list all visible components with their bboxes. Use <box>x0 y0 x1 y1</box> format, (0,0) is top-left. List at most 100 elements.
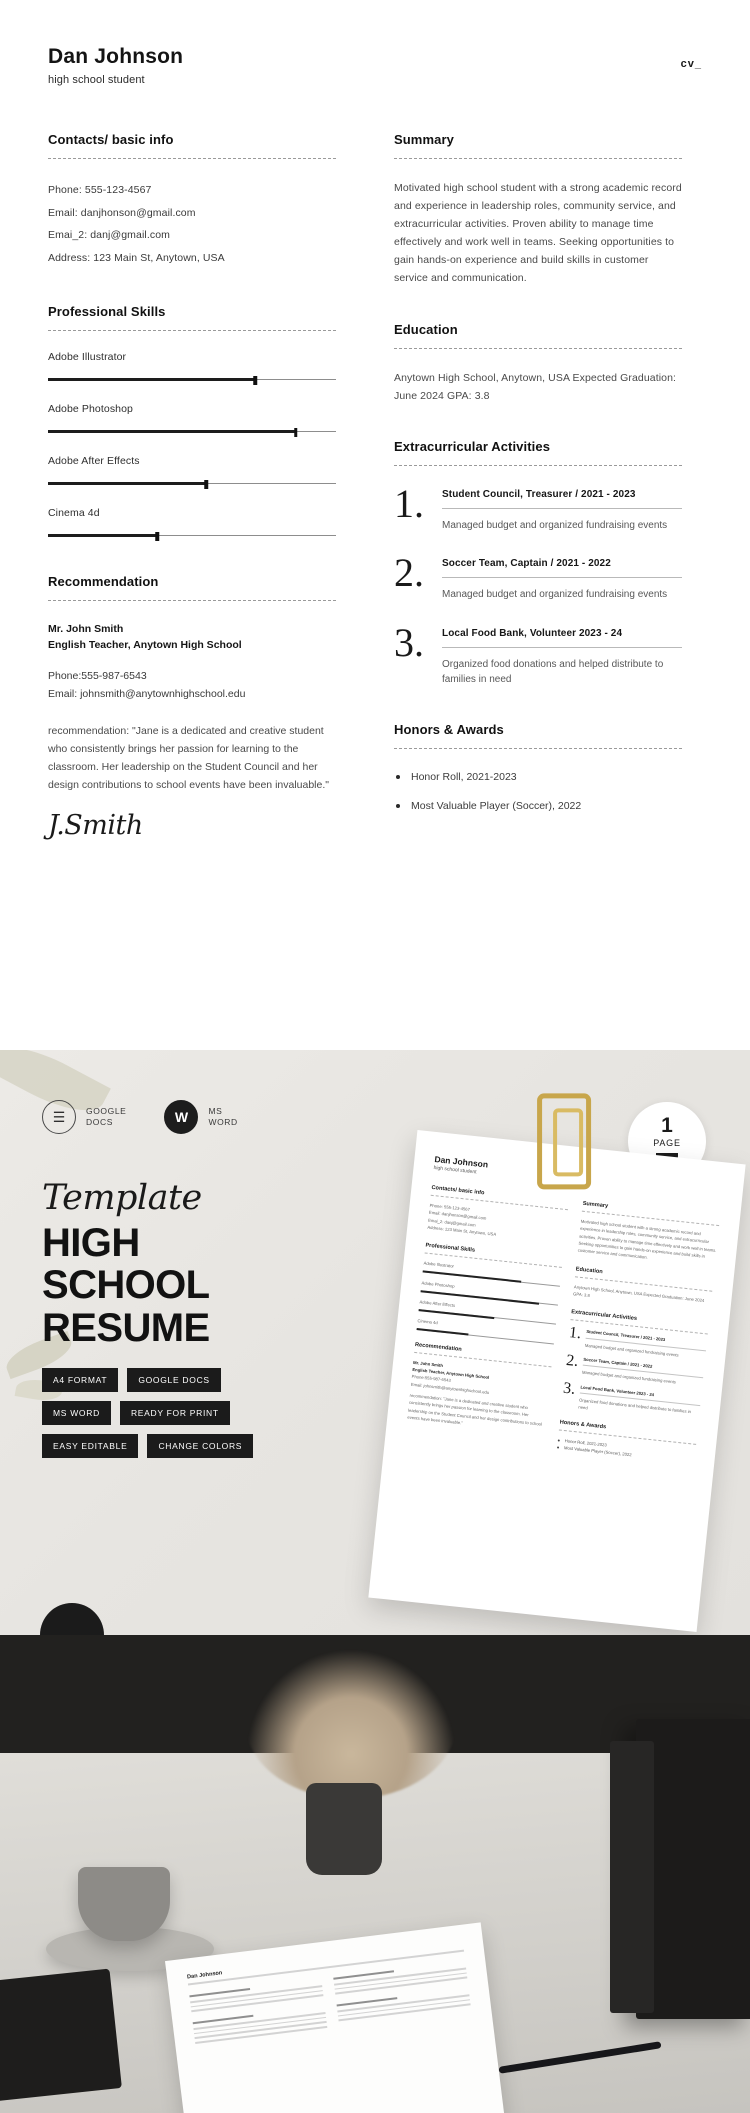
badge-google-docs[interactable]: ☰ GOOGLE DOCS <box>42 1100 126 1134</box>
page-count-number: 1 <box>661 1114 673 1137</box>
identity-block: Dan Johnson high school student <box>48 44 183 86</box>
summary-text: Motivated high school student with a str… <box>394 182 682 285</box>
skill-slider[interactable] <box>48 427 336 437</box>
activity-title: Soccer Team, Captain / 2021 - 2022 <box>442 558 611 570</box>
contact-email-2: Emai_2: danj@gmail.com <box>48 229 170 242</box>
preview-activity-body: Student Council, Treasurer / 2021 - 2023… <box>585 1328 707 1361</box>
resume-columns: Contacts/ basic info Phone: 555-123-4567… <box>48 132 702 875</box>
resume-right-column: Summary Motivated high school student wi… <box>394 132 682 875</box>
slider-handle[interactable] <box>155 531 160 541</box>
preview-activity-number: 2. <box>565 1351 580 1371</box>
referee-role: English Teacher, Anytown High School <box>48 638 242 651</box>
tag-easy-editable[interactable]: EASY EDITABLE <box>42 1434 139 1458</box>
contact-phone: Phone: 555-123-4567 <box>48 184 152 197</box>
skill-slider[interactable] <box>48 531 336 541</box>
divider <box>442 577 682 579</box>
recommendation-title: Recommendation <box>48 573 159 589</box>
activity-item: 2. Soccer Team, Captain / 2021 - 2022 Ma… <box>394 553 682 603</box>
divider <box>442 646 682 648</box>
activity-body: Student Council, Treasurer / 2021 - 2023… <box>442 486 682 534</box>
tag-a4-format[interactable]: A4 FORMAT <box>42 1368 119 1392</box>
skill-slider[interactable] <box>48 479 336 489</box>
activity-body: Local Food Bank, Volunteer 2023 - 24 Org… <box>442 625 682 688</box>
job-role: high school student <box>48 74 145 87</box>
divider <box>394 158 682 160</box>
summary-title: Summary <box>394 132 454 148</box>
skill-label: Adobe After Effects <box>48 454 140 467</box>
honors-title: Honors & Awards <box>394 721 504 737</box>
preview-columns: Contacts/ basic info Phone: 555-123-4567… <box>405 1185 720 1466</box>
activity-description: Managed budget and organized fundraising… <box>442 589 668 601</box>
slider-handle[interactable] <box>204 479 209 489</box>
cv-mark: cv_ <box>680 58 702 70</box>
activity-title: Student Council, Treasurer / 2021 - 2023 <box>442 488 636 500</box>
badge-line-1: MS <box>208 1105 223 1116</box>
divider <box>48 329 336 331</box>
resume-header: Dan Johnson high school student cv_ <box>48 44 702 132</box>
printed-left-column <box>189 1979 328 2047</box>
slider-handle[interactable] <box>253 375 258 385</box>
skill-item: Adobe Photoshop <box>48 402 336 437</box>
resume-preview-thumbnail[interactable]: Dan Johnson high school student Contacts… <box>368 1093 746 1632</box>
promo-title-line-1: HIGH <box>42 1221 140 1265</box>
vase <box>306 1783 382 1875</box>
recommendation-quote: recommendation: "Jane is a dedicated and… <box>48 724 329 791</box>
promo-title-line-2: SCHOOL <box>42 1263 210 1308</box>
preview-activity-title-text: Student Council, Treasurer / 2021 - 2023 <box>586 1329 666 1343</box>
photo-mockup: Dan Johnson <box>0 1635 750 2113</box>
feature-tags: A4 FORMAT GOOGLE DOCS MS WORD READY FOR … <box>42 1368 257 1458</box>
binder-clip-icon <box>537 1093 592 1190</box>
tag-google-docs[interactable]: GOOGLE DOCS <box>127 1368 221 1392</box>
tag-ms-word[interactable]: MS WORD <box>42 1401 111 1425</box>
resume-left-column: Contacts/ basic info Phone: 555-123-4567… <box>48 132 336 875</box>
skill-label: Cinema 4d <box>48 506 100 519</box>
scroll-down-button[interactable]: ⌄ <box>40 1603 104 1635</box>
badge-ms-word[interactable]: W MS WORD <box>164 1100 237 1134</box>
preview-summary-text: Motivated high school student with a str… <box>577 1218 717 1261</box>
slider-handle[interactable] <box>293 427 298 437</box>
divider <box>48 158 336 160</box>
preview-activity-body: Local Food Bank, Volunteer 2023 - 24 Org… <box>578 1383 701 1424</box>
referee-phone: Phone:555-987-6543 <box>48 670 147 683</box>
pampas-grass <box>246 1649 456 1799</box>
summary-section: Summary Motivated high school student wi… <box>394 132 682 287</box>
notebook <box>0 1968 122 2102</box>
contact-email: Email: danjhonson@gmail.com <box>48 206 196 219</box>
preview-activity-item: 3. Local Food Bank, Volunteer 2023 - 24 … <box>561 1379 701 1424</box>
tag-ready-for-print[interactable]: READY FOR PRINT <box>119 1401 230 1425</box>
education-text: Anytown High School, Anytown, USA Expect… <box>394 371 677 402</box>
education-section: Education Anytown High School, Anytown, … <box>394 322 682 405</box>
activity-item: 3. Local Food Bank, Volunteer 2023 - 24 … <box>394 622 682 688</box>
divider <box>442 507 682 509</box>
badge-line-2: WORD <box>208 1117 238 1127</box>
skill-item: Cinema 4d <box>48 506 336 541</box>
page-count-label: PAGE <box>653 1138 681 1148</box>
slider-fill <box>48 481 207 485</box>
tag-change-colors[interactable]: CHANGE COLORS <box>147 1434 254 1458</box>
printed-right-column <box>333 1961 471 2029</box>
book-second <box>610 1741 654 2013</box>
activity-description: Organized food donations and helped dist… <box>442 658 664 686</box>
activity-title: Local Food Bank, Volunteer 2023 - 24 <box>442 627 623 639</box>
format-badges: ☰ GOOGLE DOCS W MS WORD <box>42 1100 238 1134</box>
skill-label: Adobe Illustrator <box>48 350 127 363</box>
resume-preview-page: Dan Johnson high school student Contacts… <box>368 1130 746 1632</box>
skill-label: Adobe Photoshop <box>48 402 133 415</box>
preview-left-column: Contacts/ basic info Phone: 555-123-4567… <box>405 1185 569 1450</box>
extracurricular-title: Extracurricular Activities <box>394 438 551 454</box>
divider <box>394 347 682 349</box>
recommendation-section: Recommendation Mr. John Smith English Te… <box>48 574 336 841</box>
promo-title-line-3: RESUME <box>42 1305 210 1350</box>
skill-slider[interactable] <box>48 375 336 385</box>
preview-activity-title-text: Local Food Bank, Volunteer 2023 - 24 <box>580 1384 655 1397</box>
education-title: Education <box>394 321 458 337</box>
preview-activity-number: 3. <box>562 1379 577 1398</box>
activity-number: 1. <box>394 480 424 526</box>
award-item: Most Valuable Player (Soccer), 2022 <box>394 798 682 815</box>
coffee-cup <box>78 1867 170 1941</box>
contacts-title: Contacts/ basic info <box>48 132 174 148</box>
promo-script-title: Template <box>42 1178 202 1218</box>
honors-section: Honors & Awards Honor Roll, 2021-2023 Mo… <box>394 722 682 816</box>
activity-body: Soccer Team, Captain / 2021 - 2022 Manag… <box>442 555 682 603</box>
skill-item: Adobe After Effects <box>48 454 336 489</box>
